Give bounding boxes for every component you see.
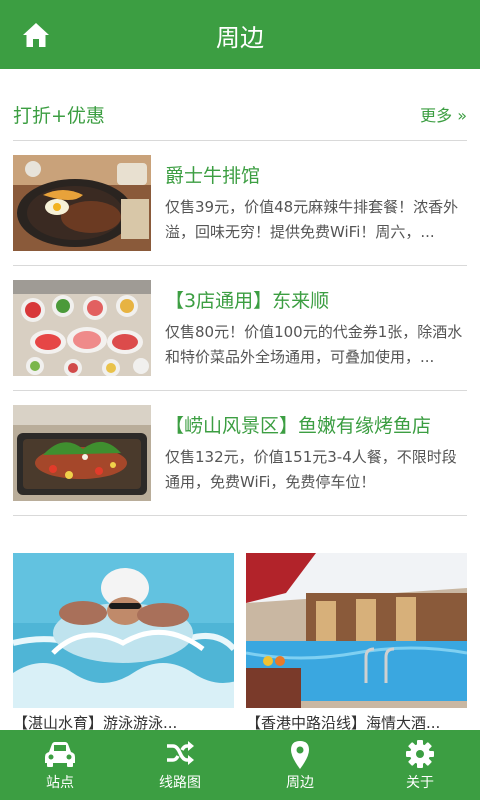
page-title: 周边 xyxy=(216,24,264,52)
steak-image xyxy=(13,155,151,251)
deal-description: 仅售39元，价值48元麻辣牛排套餐！浓香外溢，回味无穷！提供免费WiFi！周六，… xyxy=(165,198,459,241)
section-title: 打折+优惠 xyxy=(13,105,105,127)
deal-name: 【崂山风景区】鱼嫩有缘烤鱼店 xyxy=(165,415,432,437)
promo-caption: 【湛山水育】游泳游泳... xyxy=(13,714,178,732)
more-link[interactable]: 更多 » xyxy=(420,102,467,126)
car-icon xyxy=(45,742,75,767)
hotpot-image xyxy=(13,280,151,376)
nav-route-map[interactable]: 线路图 xyxy=(120,730,240,800)
nav-label: 站点 xyxy=(46,775,74,791)
grilled-fish-image xyxy=(13,405,151,501)
nav-label: 周边 xyxy=(286,775,314,791)
promo-swimming[interactable] xyxy=(13,553,234,708)
deal-item[interactable]: 【3店通用】东来顺 仅售80元！价值100元的代金券1张，除酒水和特价菜品外全场… xyxy=(0,266,480,390)
deal-item[interactable]: 【崂山风景区】鱼嫩有缘烤鱼店 仅售132元，价值151元3-4人餐，不限时段通用… xyxy=(0,391,480,515)
deal-description: 仅售80元！价值100元的代金券1张，除酒水和特价菜品外全场通用，可叠加使用，.… xyxy=(165,323,463,366)
nav-label: 线路图 xyxy=(159,775,201,791)
nav-label: 关于 xyxy=(406,775,434,791)
top-bar: 周边 xyxy=(0,0,480,69)
nav-nearby[interactable]: 周边 xyxy=(240,730,360,800)
nav-about[interactable]: 关于 xyxy=(360,730,480,800)
shuffle-icon xyxy=(167,741,194,765)
divider xyxy=(13,515,467,516)
promo-pool[interactable] xyxy=(246,553,467,708)
deal-item[interactable]: 爵士牛排馆 仅售39元，价值48元麻辣牛排套餐！浓香外溢，回味无穷！提供免费Wi… xyxy=(0,141,480,265)
deal-description: 仅售132元，价值151元3-4人餐，不限时段通用，免费WiFi，免费停车位！ xyxy=(165,448,457,491)
promo-caption: 【香港中路沿线】海情大酒... xyxy=(246,714,441,732)
bottom-nav: 站点 线路图 周边 关于 xyxy=(0,730,480,800)
gear-icon xyxy=(406,740,434,768)
deal-name: 【3店通用】东来顺 xyxy=(165,290,330,312)
nav-stations[interactable]: 站点 xyxy=(0,730,120,800)
map-pin-icon xyxy=(291,741,309,769)
deal-name: 爵士牛排馆 xyxy=(165,165,261,187)
